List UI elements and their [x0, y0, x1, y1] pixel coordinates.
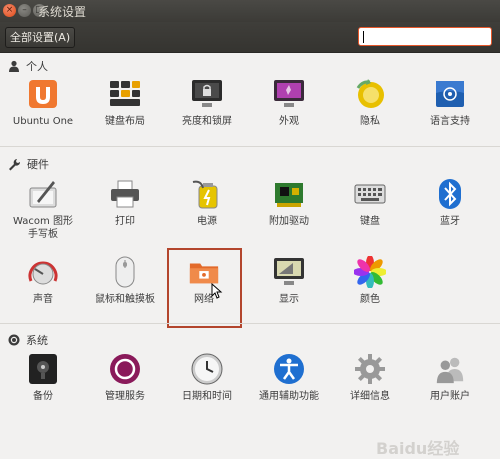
item-label: 颜色	[360, 294, 380, 305]
item-label: 用户账户	[430, 391, 470, 402]
item-label: 管理服务	[105, 391, 145, 402]
item-label: Wacom 图形 手写板	[13, 216, 73, 240]
close-icon: ×	[5, 5, 14, 15]
watermark: Baidu经验	[376, 439, 460, 458]
item-power[interactable]: 电源	[167, 178, 247, 240]
window-title: 系统设置	[38, 5, 87, 19]
section-personal-label: 个人	[26, 60, 48, 73]
item-sound[interactable]: 声音	[3, 256, 83, 318]
minimize-button[interactable]: –	[18, 4, 31, 17]
mouse-icon	[109, 256, 141, 288]
mouse-cursor-icon	[211, 283, 223, 299]
item-label: 语言支持	[430, 116, 470, 127]
toolbar: 全部设置(A)	[0, 22, 500, 53]
item-backup[interactable]: 备份	[3, 353, 83, 415]
bluetooth-icon	[434, 178, 466, 210]
item-date-time[interactable]: 日期和时间	[167, 353, 247, 415]
minimize-icon: –	[22, 5, 27, 15]
close-button[interactable]: ×	[3, 4, 16, 17]
item-label: 附加驱动	[269, 216, 309, 227]
wacom-tablet-icon	[27, 178, 59, 210]
ubuntu-logo-icon	[8, 334, 20, 346]
item-bluetooth[interactable]: 蓝牙	[410, 178, 490, 240]
item-accessibility[interactable]: 通用辅助功能	[249, 353, 329, 415]
driver-chip-icon	[273, 178, 305, 210]
landscape-icon	[109, 353, 141, 385]
item-label: 鼠标和触摸板	[95, 294, 155, 305]
lock-screen-icon	[191, 78, 223, 110]
section-system-header: 系统	[8, 332, 48, 348]
appearance-icon	[273, 78, 305, 110]
display-icon	[273, 256, 305, 288]
accessibility-icon	[273, 353, 305, 385]
item-label: Ubuntu One	[12, 116, 74, 127]
title-bar: × – □ 系统设置	[0, 0, 500, 22]
item-label: 声音	[33, 294, 53, 305]
item-color[interactable]: 颜色	[330, 256, 410, 318]
color-wheel-icon	[354, 256, 386, 288]
language-flag-icon	[434, 78, 466, 110]
keyboard-icon	[354, 178, 386, 210]
item-management-service[interactable]: 管理服务	[85, 353, 165, 415]
section-personal-header: 个人	[8, 58, 48, 74]
all-settings-button[interactable]: 全部设置(A)	[5, 27, 76, 48]
item-details[interactable]: 详细信息	[330, 353, 410, 415]
settings-grid: 个人 Ubuntu One 键盘布局 亮度和锁屏 外观 隐私 语言支持 硬件 W…	[0, 53, 500, 458]
clock-icon	[191, 353, 223, 385]
text-caret	[363, 31, 364, 43]
item-label: 打印	[115, 216, 135, 227]
item-display[interactable]: 显示	[249, 256, 329, 318]
users-icon	[434, 353, 466, 385]
gear-icon	[354, 353, 386, 385]
item-printing[interactable]: 打印	[85, 178, 165, 240]
item-label: 亮度和锁屏	[182, 116, 232, 127]
privacy-icon	[354, 78, 386, 110]
item-label: 日期和时间	[182, 391, 232, 402]
section-hardware-header: 硬件	[8, 156, 49, 172]
battery-icon	[191, 178, 223, 210]
item-brightness-lock[interactable]: 亮度和锁屏	[167, 78, 247, 140]
item-label: 显示	[279, 294, 299, 305]
section-hardware-label: 硬件	[27, 158, 49, 171]
keyboard-layout-icon	[109, 78, 141, 110]
printer-icon	[109, 178, 141, 210]
item-label: 电源	[197, 216, 217, 227]
item-label: 外观	[279, 116, 299, 127]
item-appearance[interactable]: 外观	[249, 78, 329, 140]
item-label: 蓝牙	[440, 216, 460, 227]
search-input[interactable]	[358, 27, 492, 46]
person-icon	[9, 60, 19, 72]
ubuntu-one-icon	[27, 78, 59, 110]
item-additional-drivers[interactable]: 附加驱动	[249, 178, 329, 240]
section-system-label: 系统	[26, 334, 48, 347]
item-label: 键盘	[360, 216, 380, 227]
wrench-icon	[9, 158, 21, 170]
item-privacy[interactable]: 隐私	[330, 78, 410, 140]
item-label: 隐私	[360, 116, 380, 127]
sound-knob-icon	[27, 256, 59, 288]
item-ubuntu-one[interactable]: Ubuntu One	[3, 78, 83, 140]
item-mouse-touchpad[interactable]: 鼠标和触摸板	[85, 256, 165, 318]
item-user-accounts[interactable]: 用户账户	[410, 353, 490, 415]
section-divider	[0, 323, 500, 324]
item-keyboard-layout[interactable]: 键盘布局	[85, 78, 165, 140]
item-language-support[interactable]: 语言支持	[410, 78, 490, 140]
item-label: 详细信息	[350, 391, 390, 402]
item-label: 键盘布局	[105, 116, 145, 127]
item-label: 通用辅助功能	[259, 391, 319, 402]
section-divider	[0, 146, 500, 147]
item-keyboard[interactable]: 键盘	[330, 178, 410, 240]
item-label: 备份	[33, 391, 53, 402]
safe-icon	[27, 353, 59, 385]
item-wacom-tablet[interactable]: Wacom 图形 手写板	[3, 178, 83, 240]
selection-highlight	[167, 248, 242, 328]
